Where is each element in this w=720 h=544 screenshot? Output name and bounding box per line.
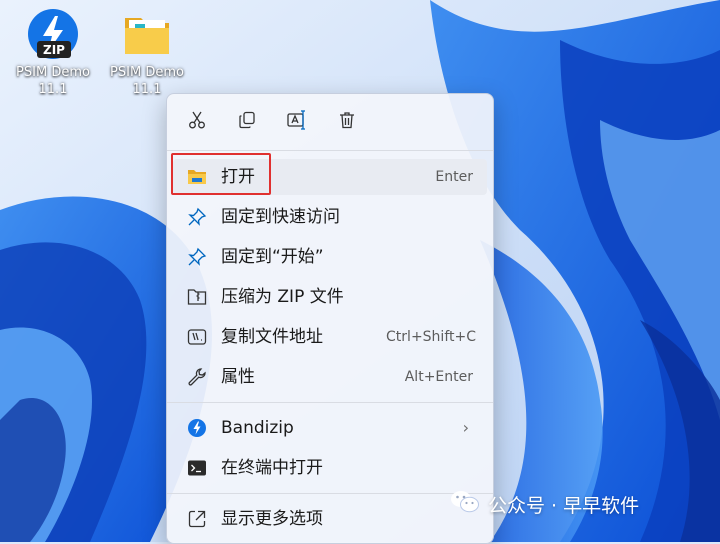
menu-item-compress-zip[interactable]: 压缩为 ZIP 文件 (173, 279, 487, 315)
menu-item-label: 显示更多选项 (221, 509, 323, 529)
delete-icon (337, 110, 357, 134)
menu-item-label: 在终端中打开 (221, 458, 323, 478)
menu-item-shortcut: Ctrl+Shift+C (386, 329, 476, 345)
more-options-icon (187, 509, 207, 529)
menu-item-pin-start[interactable]: 固定到“开始” (173, 239, 487, 275)
menu-item-pin-quick-access[interactable]: 固定到快速访问 (173, 199, 487, 235)
menu-item-bandizip[interactable]: Bandizip › (173, 410, 487, 446)
cut-button[interactable] (179, 104, 215, 140)
terminal-icon (187, 458, 207, 478)
menu-item-label: 属性 (221, 367, 255, 387)
copy-path-icon (187, 327, 207, 347)
bandizip-zip-icon: ZIP (25, 6, 81, 62)
context-menu: 打开 Enter 固定到快速访问 固定到“开始” 压缩为 ZIP 文件 复制文件… (166, 93, 494, 544)
menu-item-label: 压缩为 ZIP 文件 (221, 287, 344, 307)
delete-button[interactable] (329, 104, 365, 140)
zip-icon (187, 287, 207, 307)
menu-item-label: 打开 (221, 167, 255, 187)
folder-open-icon (187, 167, 207, 187)
cut-icon (187, 110, 207, 134)
menu-item-properties[interactable]: 属性 Alt+Enter (173, 359, 487, 395)
menu-item-open-terminal[interactable]: 在终端中打开 (173, 450, 487, 486)
chevron-right-icon: › (462, 418, 469, 437)
menu-item-show-more-options[interactable]: 显示更多选项 (173, 501, 487, 537)
context-menu-toolbar (167, 94, 493, 150)
menu-separator (167, 150, 493, 151)
desktop-icon-psim-folder[interactable]: PSIM Demo 11.1 (101, 6, 193, 98)
menu-item-label: 固定到“开始” (221, 247, 324, 267)
menu-separator (167, 402, 493, 403)
copy-icon (237, 110, 257, 134)
watermark: 公众号 · 早早软件 (450, 490, 639, 518)
pin-icon (187, 207, 207, 227)
wechat-icon (450, 489, 480, 520)
copy-button[interactable] (229, 104, 265, 140)
menu-item-open[interactable]: 打开 Enter (173, 159, 487, 195)
wrench-icon (187, 367, 207, 387)
menu-item-label: 复制文件地址 (221, 327, 323, 347)
pin-icon (187, 247, 207, 267)
menu-item-label: Bandizip (221, 418, 294, 438)
rename-icon (286, 109, 308, 135)
watermark-text: 公众号 · 早早软件 (488, 494, 640, 517)
menu-item-copy-path[interactable]: 复制文件地址 Ctrl+Shift+C (173, 319, 487, 355)
menu-item-shortcut: Alt+Enter (404, 369, 473, 385)
bandizip-icon (187, 418, 207, 438)
folder-icon (119, 6, 175, 62)
menu-item-shortcut: Enter (435, 169, 473, 185)
desktop-icon-psim-zip[interactable]: ZIP PSIM Demo 11.1 (7, 6, 99, 98)
menu-separator (167, 493, 493, 494)
svg-text:ZIP: ZIP (43, 43, 65, 57)
rename-button[interactable] (279, 104, 315, 140)
menu-item-label: 固定到快速访问 (221, 207, 340, 227)
desktop-icon-label: PSIM Demo 11.1 (16, 65, 90, 97)
